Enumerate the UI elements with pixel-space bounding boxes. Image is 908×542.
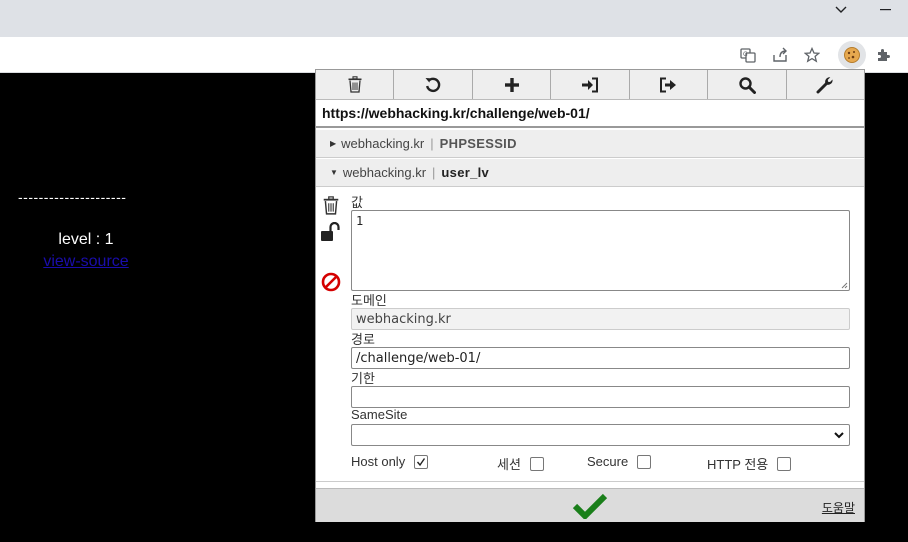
- current-url: https://webhacking.kr/challenge/web-01/: [316, 100, 864, 128]
- cookie-domain: webhacking.kr: [341, 136, 425, 151]
- search-icon[interactable]: [708, 70, 787, 99]
- resize-grip-icon[interactable]: [840, 281, 848, 289]
- import-icon[interactable]: [551, 70, 630, 99]
- delete-all-icon[interactable]: [316, 70, 395, 99]
- share-icon[interactable]: [767, 43, 793, 67]
- session-option: 세션: [497, 454, 544, 473]
- cookie-editor-popup: https://webhacking.kr/challenge/web-01/ …: [315, 69, 865, 522]
- cookie-value-text: 1: [356, 214, 364, 228]
- http-only-option: HTTP 전용: [707, 454, 792, 473]
- export-icon[interactable]: [630, 70, 709, 99]
- cookie-separator: |: [432, 165, 436, 180]
- cookie-name: user_lv: [441, 165, 490, 180]
- http-only-label: HTTP 전용: [707, 457, 769, 472]
- host-only-option: Host only: [351, 454, 429, 469]
- collapsed-triangle-icon: ▶: [330, 139, 337, 148]
- extensions-icon[interactable]: [870, 43, 896, 67]
- samesite-label: SameSite: [351, 407, 408, 422]
- popup-footer: 도움말: [316, 488, 864, 522]
- path-field[interactable]: /challenge/web-01/: [351, 347, 850, 369]
- minimize-icon[interactable]: [862, 0, 908, 20]
- expiry-label: 기한: [351, 371, 375, 386]
- block-cookie-icon[interactable]: [320, 271, 342, 293]
- domain-field: webhacking.kr: [351, 308, 850, 330]
- expiry-field[interactable]: [351, 386, 850, 408]
- cookie-row-phpsessid[interactable]: ▶ webhacking.kr | PHPSESSID: [316, 130, 864, 158]
- delete-cookie-icon[interactable]: [320, 194, 342, 216]
- secure-option: Secure: [587, 454, 652, 469]
- host-only-checkbox[interactable]: [414, 454, 429, 469]
- samesite-select[interactable]: [351, 424, 850, 446]
- unlock-icon[interactable]: [320, 221, 342, 243]
- cookie-row-user-lv[interactable]: ▼ webhacking.kr | user_lv: [316, 159, 864, 187]
- level-text: level : 1: [58, 231, 114, 248]
- cookie-extension-icon[interactable]: [838, 41, 866, 69]
- secure-checkbox[interactable]: [637, 454, 652, 469]
- cookie-separator: |: [430, 136, 434, 151]
- cookie-name: PHPSESSID: [439, 136, 517, 151]
- options-wrench-icon[interactable]: [787, 70, 864, 99]
- tab-search-chevron-icon[interactable]: [818, 0, 864, 20]
- chevron-down-icon: [834, 432, 844, 439]
- cookie-value-textarea[interactable]: 1: [351, 210, 850, 291]
- svg-text:G: G: [743, 51, 748, 58]
- reset-icon[interactable]: [394, 70, 473, 99]
- session-checkbox[interactable]: [529, 456, 544, 471]
- cookie-details-panel: 값 1 도메인 webhacking.kr 경로 /challenge/web-…: [316, 188, 864, 482]
- path-label: 경로: [351, 332, 375, 347]
- value-label: 값: [351, 195, 363, 210]
- star-icon[interactable]: [799, 43, 825, 67]
- domain-label: 도메인: [351, 293, 387, 308]
- http-only-checkbox[interactable]: [777, 456, 792, 471]
- browser-toolbar: G: [0, 37, 908, 73]
- cookie-domain: webhacking.kr: [342, 165, 427, 180]
- browser-titlebar: [0, 0, 908, 37]
- host-only-label: Host only: [351, 454, 406, 469]
- separator-dashes: ---------------------: [18, 189, 127, 205]
- save-checkmark-icon[interactable]: [572, 493, 608, 521]
- help-link[interactable]: 도움말: [822, 499, 855, 516]
- checkmark-icon: [417, 457, 426, 466]
- view-source-link[interactable]: view-source: [0, 253, 172, 271]
- add-icon[interactable]: [473, 70, 552, 99]
- secure-label: Secure: [587, 454, 629, 469]
- session-label: 세션: [497, 457, 521, 472]
- expanded-triangle-icon: ▼: [330, 168, 338, 177]
- translate-icon[interactable]: G: [735, 43, 761, 67]
- popup-toolbar: [316, 70, 864, 100]
